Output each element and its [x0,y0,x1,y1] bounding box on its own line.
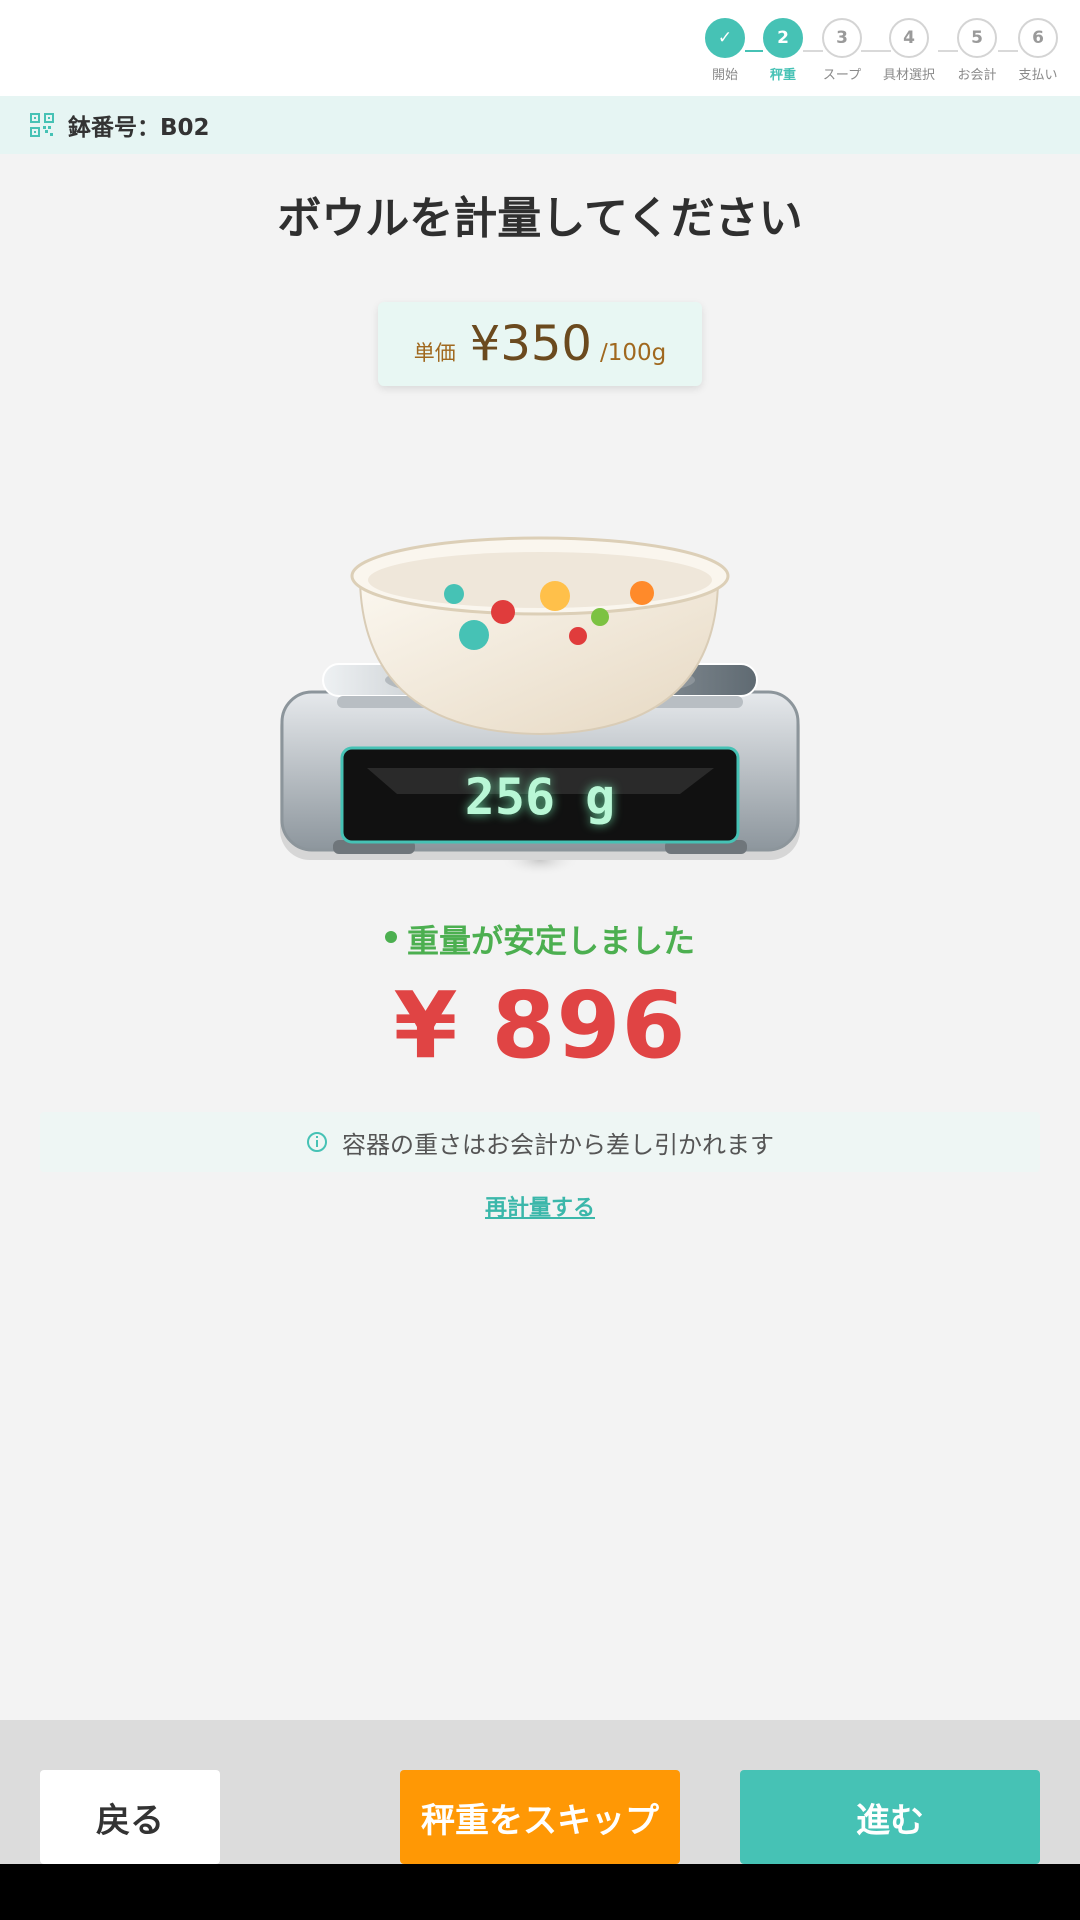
weight-status: 重量が安定しました [0,916,1080,962]
header: ✓ 開始 2 秤重 3 スープ 4 具材選択 5 お会計 6 支払い [0,0,1080,96]
step-number: 3 [822,18,862,58]
unit-price-value: ¥350 [469,316,592,372]
total-price: ¥ 896 [393,972,687,1079]
step-number: 6 [1018,18,1058,58]
weight-status-text: 重量が安定しました [406,922,695,960]
step-number: 5 [957,18,997,58]
progress-stepper: ✓ 開始 2 秤重 3 スープ 4 具材選択 5 お会計 6 支払い [0,0,1080,96]
step-number: 4 [889,18,929,58]
skip-weighing-button[interactable]: 秤重をスキップ [400,1770,680,1864]
unit-price-label: 単価 [413,341,456,365]
info-note: 容器の重さはお会計から差し引かれます [40,1112,1040,1172]
info-text: 容器の重さはお会計から差し引かれます [342,1130,774,1159]
back-button[interactable]: 戻る [40,1770,220,1864]
unit-price-unit: /100g [599,340,667,366]
reweigh-link[interactable]: 再計量する [0,1190,1080,1222]
step-payment: 6 支払い [998,18,1078,83]
qr-code-icon [30,113,54,137]
bowl-number-bar: 鉢番号：B02 [0,96,1080,154]
scale-weight-display: 256 g [464,768,616,826]
step-number: 2 [763,18,803,58]
system-navigation-bar [0,1864,1080,1920]
unit-price-card: 単価 ¥350 /100g [378,302,702,386]
page-title: ボウルを計量してください [277,193,803,244]
status-dot-icon [384,931,397,943]
bowl-number: 鉢番号：B02 [68,115,210,141]
check-icon: ✓ [705,18,745,58]
footer-bar: 戻る 秤重をスキップ 進む [0,1720,1080,1864]
info-icon [307,1132,327,1152]
step-label: 支払い [1018,68,1058,83]
next-button[interactable]: 進む [740,1770,1040,1864]
